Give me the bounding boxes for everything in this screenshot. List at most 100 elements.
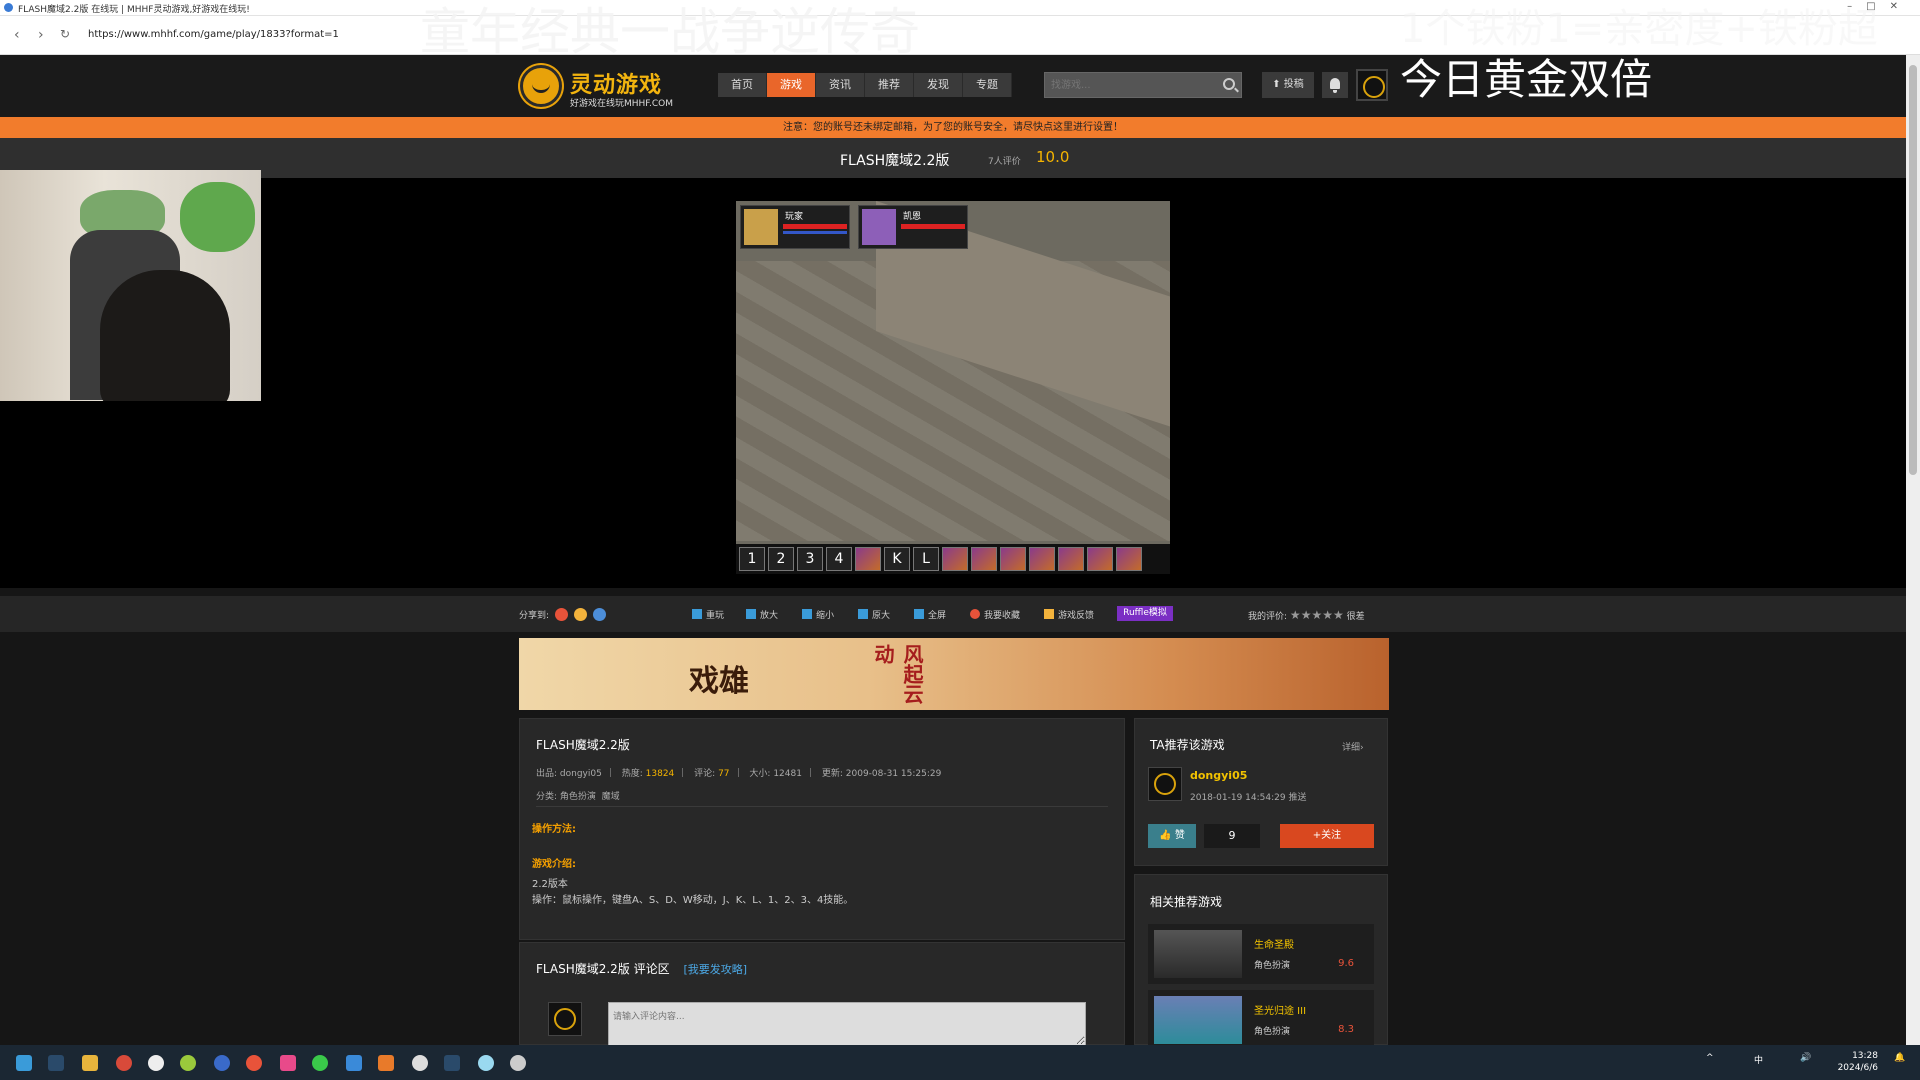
info-meta: 出品: dongyi05 热度: 13824 评论: 77 大小: 12481 …: [536, 766, 941, 779]
skill-slot-1[interactable]: 1: [739, 547, 765, 571]
comments-title-text: FLASH魔域2.2版 评论区: [536, 962, 670, 976]
nav-discover[interactable]: 发现: [914, 73, 963, 97]
steam-icon[interactable]: [444, 1055, 460, 1071]
search-icon[interactable]: [1223, 78, 1235, 90]
ad-banner[interactable]: 戏雄 风起云动: [519, 638, 1389, 710]
stream-overlay-double-gold: 今日黄金双倍: [1400, 55, 1653, 104]
star-icon[interactable]: ★: [1311, 608, 1322, 622]
search-input[interactable]: [1045, 73, 1215, 97]
intro-line: 2.2版本: [532, 879, 568, 890]
tray-chevron-icon[interactable]: ^: [1706, 1053, 1714, 1063]
category-tag[interactable]: 角色扮演: [560, 792, 596, 802]
comment-input[interactable]: [608, 1002, 1086, 1046]
post-button[interactable]: ⬆ 投稿: [1262, 72, 1314, 98]
user-avatar[interactable]: [1356, 69, 1388, 101]
wechat-icon[interactable]: [312, 1055, 328, 1071]
qzone-share-icon[interactable]: [573, 608, 587, 621]
recommender-avatar[interactable]: [1148, 767, 1182, 801]
page-scrollbar[interactable]: [1906, 55, 1920, 1045]
ruffle-emulator-button[interactable]: Ruffle模拟: [1117, 606, 1173, 621]
recommender-more-link[interactable]: 详细›: [1342, 740, 1364, 753]
skill-slot-wind[interactable]: [855, 547, 881, 571]
related-game-item[interactable]: 圣光归途 III 角色扮演 8.3: [1148, 990, 1374, 1045]
browser-tab-title[interactable]: FLASH魔域2.2版 在线玩 | MHHF灵动游戏,好游戏在线玩!: [18, 2, 250, 15]
target-hud: 凯恩: [858, 205, 968, 249]
item-slot[interactable]: [1058, 547, 1084, 571]
bell-icon[interactable]: [1322, 72, 1348, 98]
commenter-avatar: [548, 1002, 582, 1036]
original-size-button[interactable]: 原大: [858, 608, 890, 621]
star-icon[interactable]: ★: [1322, 608, 1333, 622]
fullscreen-button[interactable]: 全屏: [914, 608, 946, 621]
zoom-in-button[interactable]: 放大: [746, 608, 778, 621]
category-tag[interactable]: 魔域: [602, 792, 620, 802]
start-icon[interactable]: [16, 1055, 32, 1071]
steam-icon[interactable]: [48, 1055, 64, 1071]
item-slot[interactable]: [971, 547, 997, 571]
star-icon[interactable]: ★: [1301, 608, 1312, 622]
back-icon[interactable]: ‹: [14, 27, 20, 43]
feedback-button[interactable]: 游戏反馈: [1044, 608, 1094, 621]
skill-slot-3[interactable]: 3: [797, 547, 823, 571]
comments-label: 评论:: [694, 769, 716, 779]
game-title: FLASH魔域2.2版: [840, 153, 950, 169]
folder-icon[interactable]: [82, 1055, 98, 1071]
settings-icon[interactable]: [510, 1055, 526, 1071]
reload-icon[interactable]: ↻: [60, 27, 70, 41]
favorite-button[interactable]: 我要收藏: [970, 608, 1020, 621]
item-slot[interactable]: [1087, 547, 1113, 571]
site-logo[interactable]: 灵动游戏 好游戏在线玩MHHF.COM: [520, 63, 680, 109]
write-strategy-link[interactable]: [我要发攻略]: [683, 963, 747, 976]
skill-slot-2[interactable]: 2: [768, 547, 794, 571]
publisher-value[interactable]: dongyi05: [560, 769, 602, 779]
item-slot[interactable]: [1000, 547, 1026, 571]
app-icon[interactable]: [378, 1055, 394, 1071]
skill-slot-k[interactable]: K: [884, 547, 910, 571]
publisher-label: 出品:: [536, 769, 558, 779]
skill-slot-4[interactable]: 4: [826, 547, 852, 571]
item-slot[interactable]: [1029, 547, 1055, 571]
nav-news[interactable]: 资讯: [816, 73, 865, 97]
star-icon[interactable]: ★: [1333, 608, 1344, 622]
app-icon[interactable]: [478, 1055, 494, 1071]
comments-title: FLASH魔域2.2版 评论区 [我要发攻略]: [536, 960, 747, 977]
flash-game-canvas[interactable]: 玩家 凯恩 1 2 3 4 K L: [736, 201, 1170, 574]
app-icon[interactable]: [412, 1055, 428, 1071]
recommender-name[interactable]: dongyi05: [1190, 769, 1247, 782]
item-slot[interactable]: [942, 547, 968, 571]
app-icon[interactable]: [180, 1055, 196, 1071]
scrollbar-thumb[interactable]: [1909, 65, 1917, 475]
volume-icon[interactable]: 🔊: [1800, 1053, 1811, 1063]
weibo-share-icon[interactable]: [554, 608, 568, 621]
player-hud-name: 玩家: [785, 212, 804, 222]
skill-slot-l[interactable]: L: [913, 547, 939, 571]
related-game-item[interactable]: 生命圣殿 角色扮演 9.6: [1148, 924, 1374, 984]
nav-recommend[interactable]: 推荐: [865, 73, 914, 97]
app-icon[interactable]: [148, 1055, 164, 1071]
nav-games[interactable]: 游戏: [767, 73, 816, 97]
nav-topics[interactable]: 专题: [963, 73, 1012, 97]
follow-button[interactable]: +关注: [1280, 824, 1374, 848]
nav-home[interactable]: 首页: [718, 73, 767, 97]
like-count: 9: [1204, 824, 1260, 848]
email-notice-bar[interactable]: 注意：您的账号还未绑定邮箱，为了您的账号安全，请尽快点这里进行设置！: [0, 117, 1906, 138]
like-button[interactable]: 👍 赞: [1148, 824, 1196, 848]
replay-label: 重玩: [706, 611, 725, 621]
ime-indicator[interactable]: 中: [1754, 1053, 1763, 1066]
notification-icon[interactable]: 🔔: [1894, 1053, 1905, 1063]
qq-share-icon[interactable]: [592, 608, 606, 621]
zoom-out-button[interactable]: 缩小: [802, 608, 834, 621]
app-icon[interactable]: [280, 1055, 296, 1071]
divider: [536, 806, 1108, 807]
app-icon[interactable]: [116, 1055, 132, 1071]
forward-icon[interactable]: ›: [38, 27, 44, 43]
player-mp-bar: [783, 231, 847, 234]
related-game-name: 圣光归途 III: [1254, 1006, 1307, 1017]
chrome-icon[interactable]: [246, 1055, 262, 1071]
item-slot[interactable]: [1116, 547, 1142, 571]
app-icon[interactable]: [214, 1055, 230, 1071]
star-icon[interactable]: ★: [1290, 608, 1301, 622]
app-icon[interactable]: [346, 1055, 362, 1071]
replay-button[interactable]: 重玩: [692, 608, 724, 621]
taskbar-clock[interactable]: 13:28 2024/6/6: [1838, 1050, 1878, 1074]
